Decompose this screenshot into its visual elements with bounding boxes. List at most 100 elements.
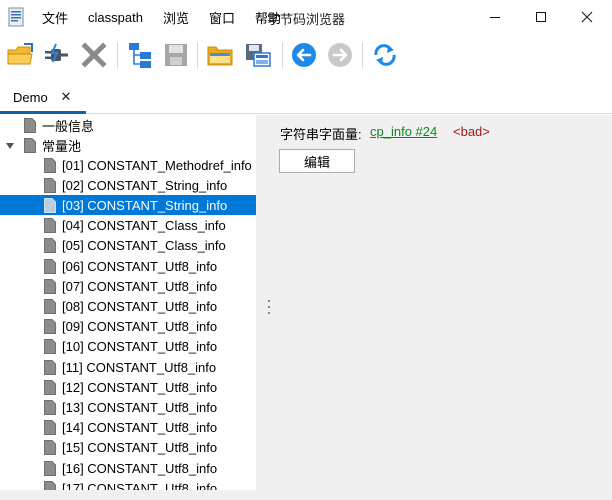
tree-item-label: [03] CONSTANT_String_info [62, 197, 228, 213]
tree-item-constant[interactable]: [09] CONSTANT_Utf8_info [0, 317, 256, 337]
refresh-icon [374, 44, 396, 66]
app-icon [8, 7, 24, 27]
tree-item-label: [13] CONSTANT_Utf8_info [62, 399, 218, 415]
maximize-button[interactable] [518, 0, 564, 34]
tree-item-label: [07] CONSTANT_Utf8_info [62, 278, 218, 294]
tree-item-constant[interactable]: [10] CONSTANT_Utf8_info [0, 337, 256, 357]
toolbar-separator [282, 42, 283, 68]
tree-item-constant[interactable]: [04] CONSTANT_Class_info [0, 216, 256, 236]
tree-item-label: 一般信息 [42, 118, 95, 134]
open-button[interactable] [4, 39, 36, 71]
tree-item-constant[interactable]: [13] CONSTANT_Utf8_info [0, 397, 256, 417]
tree-item-constant[interactable]: [06] CONSTANT_Utf8_info [0, 256, 256, 276]
minimize-icon [490, 17, 500, 18]
tree-item-constant[interactable]: [11] CONSTANT_Utf8_info [0, 357, 256, 377]
document-icon [44, 460, 56, 476]
edit-button[interactable]: 编辑 [279, 149, 355, 173]
tree-item-constant[interactable]: [14] CONSTANT_Utf8_info [0, 418, 256, 438]
toolbar-separator [117, 42, 118, 68]
tree-item-constant[interactable]: [01] CONSTANT_Methodref_info [0, 155, 256, 175]
document-icon [44, 420, 56, 436]
document-icon [44, 258, 56, 274]
tree-item-constant[interactable]: [12] CONSTANT_Utf8_info [0, 377, 256, 397]
document-icon [44, 197, 56, 213]
menu-window[interactable]: 窗口 [209, 8, 235, 27]
tree-item-label: [05] CONSTANT_Class_info [62, 238, 226, 254]
tree-item-label: [11] CONSTANT_Utf8_info [62, 359, 217, 375]
tab-close-icon[interactable]: ✕ [59, 90, 73, 104]
expander-icon[interactable] [5, 141, 15, 151]
connect-button[interactable] [40, 39, 72, 71]
save-as-button[interactable] [242, 39, 274, 71]
class-tree: 一般信息 常量池 [01] CONSTANT_Methodref_info [02… [0, 115, 256, 500]
document-icon [44, 379, 56, 395]
tree-item-label: [09] CONSTANT_Utf8_info [62, 319, 218, 335]
toolbar [0, 34, 612, 76]
tree-item-label: [06] CONSTANT_Utf8_info [62, 258, 218, 274]
tree-item-label: [08] CONSTANT_Utf8_info [62, 298, 218, 314]
document-icon [44, 177, 56, 193]
document-icon [44, 359, 56, 375]
tree-item-label: [12] CONSTANT_Utf8_info [62, 379, 218, 395]
open-folder-button[interactable] [204, 39, 236, 71]
tree-vertical-scrollbar[interactable] [256, 115, 266, 500]
close-window-button[interactable] [564, 0, 610, 34]
splitter-grip[interactable] [268, 300, 270, 314]
close-icon [581, 11, 593, 23]
tree-item-label: [02] CONSTANT_String_info [62, 177, 228, 193]
tree-item-label: [15] CONSTANT_Utf8_info [62, 440, 218, 456]
close-x-icon [81, 42, 107, 68]
maximize-icon [536, 12, 546, 22]
document-icon [44, 440, 56, 456]
cp-info-link[interactable]: cp_info #24 [370, 124, 437, 139]
document-icon [44, 399, 56, 415]
title-bar: 文件 classpath 浏览 窗口 帮助 字节码浏览器 [0, 0, 612, 34]
tab-bar: Demo ✕ [0, 84, 612, 114]
document-icon [44, 339, 56, 355]
refresh-button[interactable] [369, 39, 401, 71]
tree-item-constant[interactable]: [16] CONSTANT_Utf8_info [0, 458, 256, 478]
save-icon [165, 44, 187, 66]
tree-item-label: [10] CONSTANT_Utf8_info [62, 339, 218, 355]
tree-item-constant[interactable]: [03] CONSTANT_String_info [0, 195, 256, 216]
document-icon [44, 218, 56, 234]
detail-panel: 字符串字面量: cp_info #24 <bad> 编辑 [272, 115, 612, 500]
document-icon [44, 298, 56, 314]
document-icon [44, 157, 56, 173]
tree-item-label: [16] CONSTANT_Utf8_info [62, 460, 218, 476]
document-icon [24, 137, 36, 153]
tree-item-constant[interactable]: [15] CONSTANT_Utf8_info [0, 438, 256, 458]
toolbar-separator [197, 42, 198, 68]
tab-label: Demo [13, 90, 48, 105]
tree-item-constant[interactable]: [05] CONSTANT_Class_info [0, 236, 256, 256]
menu-browse[interactable]: 浏览 [163, 8, 189, 27]
tree-item-constant[interactable]: [08] CONSTANT_Utf8_info [0, 296, 256, 316]
document-icon [44, 238, 56, 254]
document-icon [44, 278, 56, 294]
document-icon [44, 319, 56, 335]
tree-item-general[interactable]: 一般信息 [0, 115, 256, 135]
close-file-button[interactable] [78, 39, 110, 71]
tree-item-constant-pool[interactable]: 常量池 [0, 135, 256, 155]
tab-demo[interactable]: Demo ✕ [0, 84, 86, 114]
tree-horizontal-scrollbar[interactable] [0, 490, 256, 500]
save-button[interactable] [160, 39, 192, 71]
hierarchy-icon [129, 43, 151, 68]
menu-classpath[interactable]: classpath [88, 10, 143, 25]
back-button[interactable] [288, 39, 320, 71]
forward-button[interactable] [324, 39, 356, 71]
folder-icon [207, 46, 233, 66]
tree-item-label: [01] CONSTANT_Methodref_info [62, 157, 252, 173]
forward-arrow-icon [328, 43, 352, 67]
bad-value: <bad> [453, 124, 490, 139]
menu-file[interactable]: 文件 [42, 8, 68, 27]
hierarchy-button[interactable] [124, 39, 156, 71]
minimize-button[interactable] [472, 0, 518, 34]
open-folder-icon [7, 43, 33, 65]
tree-item-constant[interactable]: [02] CONSTANT_String_info [0, 175, 256, 195]
tree-item-label: [14] CONSTANT_Utf8_info [62, 420, 218, 436]
tree-item-constant[interactable]: [07] CONSTANT_Utf8_info [0, 276, 256, 296]
menu-bar: 文件 classpath 浏览 窗口 帮助 [42, 0, 301, 34]
menu-help[interactable]: 帮助 [255, 8, 281, 27]
tree-item-label: 常量池 [42, 138, 82, 154]
